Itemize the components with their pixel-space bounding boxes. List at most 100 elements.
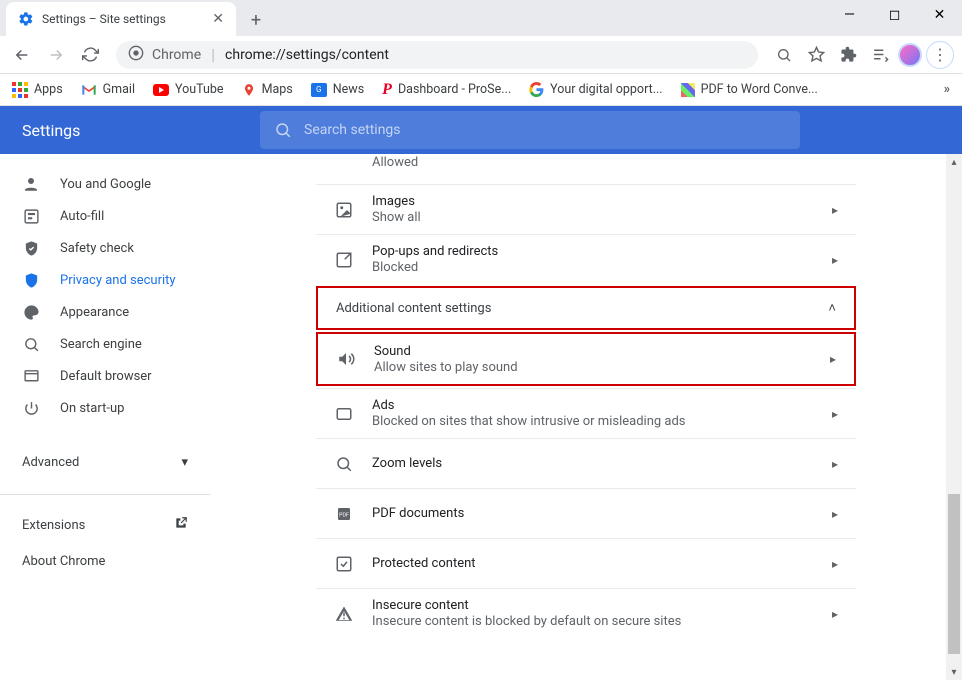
- sidebar-item-default-browser[interactable]: Default browser: [0, 360, 210, 392]
- new-tab-button[interactable]: +: [242, 6, 270, 34]
- protected-icon: [334, 555, 354, 573]
- sidebar-label: Default browser: [60, 369, 152, 384]
- sidebar-item-startup[interactable]: On start-up: [0, 392, 210, 424]
- bookmark-label: Gmail: [103, 82, 135, 97]
- maximize-button[interactable]: ◻: [872, 0, 917, 30]
- scroll-thumb[interactable]: [948, 494, 960, 654]
- row-title: Pop-ups and redirects: [372, 244, 814, 259]
- row-insecure[interactable]: Insecure content Insecure content is blo…: [316, 588, 856, 638]
- browser-tab[interactable]: Settings – Site settings ✕: [6, 2, 236, 36]
- row-pdf[interactable]: PDF PDF documents ▸: [316, 488, 856, 538]
- forward-button[interactable]: [42, 41, 70, 69]
- youtube-icon: [153, 84, 169, 96]
- row-partial-top[interactable]: Allowed: [316, 154, 856, 184]
- profile-avatar[interactable]: [898, 43, 922, 67]
- content-settings-panel: Allowed Images Show all ▸ Pop-ups and re…: [316, 154, 856, 680]
- sidebar-item-safety-check[interactable]: Safety check: [0, 232, 210, 264]
- site-info-icon[interactable]: [128, 45, 144, 65]
- bookmark-apps[interactable]: Apps: [12, 82, 63, 98]
- sound-icon: [336, 350, 356, 368]
- row-subtitle: Allowed: [372, 155, 838, 170]
- apps-icon: [12, 82, 28, 98]
- bookmark-maps[interactable]: Maps: [242, 81, 293, 99]
- reload-button[interactable]: [76, 41, 104, 69]
- tab-close-icon[interactable]: ✕: [212, 11, 224, 27]
- sidebar-label: On start-up: [60, 401, 124, 416]
- row-protected[interactable]: Protected content ▸: [316, 538, 856, 588]
- bookmark-news[interactable]: G News: [311, 82, 364, 97]
- sidebar-label: Appearance: [60, 305, 129, 320]
- scroll-down-arrow[interactable]: ▾: [946, 664, 962, 680]
- power-icon: [22, 400, 40, 417]
- bookmark-label: Dashboard - ProSe...: [398, 82, 511, 97]
- chevron-right-icon: ▸: [832, 203, 838, 217]
- sidebar-item-search-engine[interactable]: Search engine: [0, 328, 210, 360]
- settings-title: Settings: [0, 121, 260, 140]
- row-sound[interactable]: Sound Allow sites to play sound ▸: [318, 334, 854, 384]
- bookmark-gmail[interactable]: Gmail: [81, 82, 135, 97]
- search-icon[interactable]: [770, 41, 798, 69]
- bookmark-label: News: [333, 82, 364, 97]
- row-ads[interactable]: Ads Blocked on sites that show intrusive…: [316, 388, 856, 438]
- settings-favicon: [18, 11, 34, 27]
- bookmarks-overflow[interactable]: »: [944, 82, 950, 97]
- row-title: Images: [372, 194, 814, 209]
- row-title: Sound: [374, 344, 812, 359]
- chevron-up-icon: ˄: [828, 300, 836, 316]
- sidebar-label: Auto-fill: [60, 209, 104, 224]
- row-subtitle: Allow sites to play sound: [374, 360, 812, 375]
- settings-body: You and Google Auto-fill Safety check Pr…: [0, 154, 962, 680]
- popup-icon: [334, 251, 354, 269]
- about-label: About Chrome: [22, 554, 105, 569]
- row-title: Protected content: [372, 556, 814, 571]
- bookmark-pdf[interactable]: PDF to Word Conve...: [681, 82, 818, 97]
- bookmark-digital[interactable]: Your digital opport...: [529, 82, 662, 97]
- omnibox-url: chrome://settings/content: [225, 47, 389, 63]
- news-icon: G: [311, 83, 327, 97]
- bookmark-label: Apps: [34, 82, 63, 97]
- row-images[interactable]: Images Show all ▸: [316, 184, 856, 234]
- titlebar: Settings – Site settings ✕ + — ◻ ✕: [0, 0, 962, 36]
- bookmark-youtube[interactable]: YouTube: [153, 82, 224, 97]
- gmail-icon: [81, 84, 97, 96]
- sidebar-extensions[interactable]: Extensions: [0, 507, 210, 543]
- settings-main: Allowed Images Show all ▸ Pop-ups and re…: [210, 154, 962, 680]
- settings-header: Settings: [0, 106, 962, 154]
- extensions-label: Extensions: [22, 518, 85, 533]
- additional-content-settings-header[interactable]: Additional content settings ˄: [318, 288, 854, 328]
- back-button[interactable]: [8, 41, 36, 69]
- vertical-scrollbar[interactable]: ▴ ▾: [946, 154, 962, 680]
- chevron-right-icon: ▸: [832, 557, 838, 571]
- search-settings-input[interactable]: [304, 122, 786, 138]
- sidebar-item-privacy[interactable]: Privacy and security: [0, 264, 210, 296]
- sidebar-divider: [0, 494, 210, 495]
- close-button[interactable]: ✕: [917, 0, 962, 30]
- minimize-button[interactable]: —: [827, 0, 872, 30]
- extensions-icon[interactable]: [834, 41, 862, 69]
- bookmark-star-icon[interactable]: [802, 41, 830, 69]
- row-popups[interactable]: Pop-ups and redirects Blocked ▸: [316, 234, 856, 284]
- row-title: Insecure content: [372, 598, 814, 613]
- image-icon: [334, 201, 354, 219]
- sidebar-label: Safety check: [60, 241, 134, 256]
- shield-check-icon: [22, 240, 40, 257]
- sidebar-item-appearance[interactable]: Appearance: [0, 296, 210, 328]
- advanced-label: Advanced: [22, 455, 79, 470]
- chrome-menu-button[interactable]: ⋮: [926, 41, 954, 69]
- search-settings-wrap[interactable]: [260, 111, 800, 149]
- search-icon: [22, 336, 40, 353]
- sidebar-label: You and Google: [60, 177, 151, 192]
- sidebar-item-autofill[interactable]: Auto-fill: [0, 200, 210, 232]
- bookmark-label: YouTube: [175, 82, 224, 97]
- bookmark-dashboard[interactable]: P Dashboard - ProSe...: [382, 81, 511, 99]
- highlight-sound-row: Sound Allow sites to play sound ▸: [316, 332, 856, 386]
- reading-list-icon[interactable]: [866, 41, 894, 69]
- chevron-right-icon: ▸: [832, 507, 838, 521]
- row-zoom[interactable]: Zoom levels ▸: [316, 438, 856, 488]
- sidebar-about[interactable]: About Chrome: [0, 543, 210, 579]
- omnibox[interactable]: Chrome | chrome://settings/content: [116, 41, 758, 69]
- sidebar-item-you-and-google[interactable]: You and Google: [0, 168, 210, 200]
- bookmarks-bar: Apps Gmail YouTube Maps G News P Dashboa…: [0, 74, 962, 106]
- scroll-up-arrow[interactable]: ▴: [946, 154, 962, 170]
- sidebar-advanced[interactable]: Advanced ▾: [0, 442, 210, 482]
